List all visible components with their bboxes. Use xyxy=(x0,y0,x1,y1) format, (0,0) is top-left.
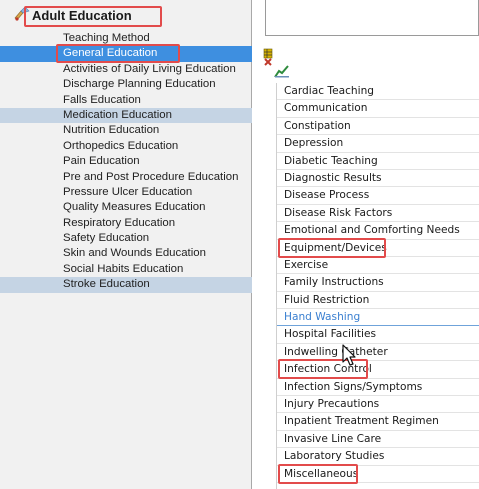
tree-item-label: Orthopedics Education xyxy=(63,139,179,152)
list-item[interactable]: Laboratory Studies xyxy=(277,448,479,466)
list-item-label: Hospital Facilities xyxy=(284,328,376,341)
tree-item[interactable]: Safety Education xyxy=(0,231,252,246)
tree-item-label: Pain Education xyxy=(63,155,140,168)
list-item-label: Hand Washing xyxy=(284,311,361,324)
list-item-label: Communication xyxy=(284,102,368,115)
tree-item[interactable]: Skin and Wounds Education xyxy=(0,246,252,261)
tree-item[interactable]: Pre and Post Procedure Education xyxy=(0,170,252,185)
tree-item-label: Pressure Ulcer Education xyxy=(63,185,193,198)
tree-item-label: Respiratory Education xyxy=(63,216,176,229)
tree-item[interactable]: General Education xyxy=(0,44,252,64)
detail-panel-box xyxy=(265,0,479,36)
tree-item[interactable]: Pressure Ulcer Education xyxy=(0,185,252,200)
list-item[interactable]: Depression xyxy=(277,135,479,153)
list-item-label: Disease Process xyxy=(284,189,370,202)
tree-item[interactable]: Medication Education xyxy=(0,107,252,124)
tree-item[interactable]: Respiratory Education xyxy=(0,216,252,231)
list-item-label: Depression xyxy=(284,137,344,150)
list-item-label: Infection Signs/Symptoms xyxy=(284,380,423,393)
tree-item-label: Discharge Planning Education xyxy=(63,78,216,91)
tree-item[interactable]: Social Habits Education xyxy=(0,262,252,277)
tree-item[interactable]: Orthopedics Education xyxy=(0,139,252,154)
list-item-label: Constipation xyxy=(284,119,351,132)
tree-item[interactable]: Activities of Daily Living Education xyxy=(0,62,252,77)
chart-tool-icon[interactable] xyxy=(274,64,290,78)
tree-items: Teaching Method General Education Activiti… xyxy=(0,31,252,293)
tree-item-label: Pre and Post Procedure Education xyxy=(63,170,239,183)
tree-item-label: Teaching Method xyxy=(63,32,150,44)
tree-item-label: Safety Education xyxy=(63,232,150,245)
list-item[interactable]: Diagnostic Results xyxy=(277,170,479,188)
highlight-box xyxy=(278,237,386,258)
tree-item[interactable]: Nutrition Education xyxy=(0,123,252,138)
topic-list: Cardiac Teaching Communication Constipatio… xyxy=(276,83,479,489)
list-item[interactable]: Family Instructions xyxy=(277,274,479,292)
list-item[interactable]: Infection Signs/Symptoms xyxy=(277,379,479,397)
list-item-label: Emotional and Comforting Needs xyxy=(284,224,460,237)
list-item[interactable]: Communication xyxy=(277,100,479,118)
list-item-label: Invasive Line Care xyxy=(284,432,382,445)
list-item[interactable]: Invasive Line Care xyxy=(277,431,479,449)
tree-item[interactable]: Discharge Planning Education xyxy=(0,77,252,92)
toolbar-icons xyxy=(262,48,302,84)
list-item-label: Inpatient Treatment Regimen xyxy=(284,415,439,428)
list-item[interactable]: Inpatient Treatment Regimen xyxy=(277,413,479,431)
list-item-label: Fluid Restriction xyxy=(284,293,370,306)
tree-item-label: Activities of Daily Living Education xyxy=(63,62,236,75)
tree-item-label: Stroke Education xyxy=(63,278,150,291)
list-item[interactable]: Disease Risk Factors xyxy=(277,205,479,223)
list-item-label: Family Instructions xyxy=(284,276,384,289)
list-item-label: Indwelling Catheter xyxy=(284,345,388,358)
list-item[interactable]: Fluid Restriction xyxy=(277,292,479,310)
highlight-box xyxy=(278,463,358,484)
tree-item[interactable]: Quality Measures Education xyxy=(0,200,252,215)
list-item[interactable]: Equipment/Devices xyxy=(277,237,479,258)
list-item[interactable]: Hospital Facilities xyxy=(277,326,479,344)
tree-item-label: Nutrition Education xyxy=(63,124,160,137)
tree-item-label: Skin and Wounds Education xyxy=(63,247,206,260)
list-item-label: Cardiac Teaching xyxy=(284,85,375,97)
highlight-box xyxy=(56,44,180,64)
tree-item-label: Medication Education xyxy=(63,108,172,121)
list-item-label: Diagnostic Results xyxy=(284,171,382,184)
list-item[interactable]: Diabetic Teaching xyxy=(277,153,479,170)
list-item[interactable]: Injury Precautions xyxy=(277,396,479,414)
list-item-label: Diabetic Teaching xyxy=(284,154,378,167)
category-tree: Adult Education Teaching Method General E… xyxy=(0,0,252,489)
tree-item[interactable]: Stroke Education xyxy=(0,277,252,293)
tree-item-label: Falls Education xyxy=(63,93,141,106)
tree-item-label: Quality Measures Education xyxy=(63,201,206,214)
tree-root-adult-education[interactable]: Adult Education xyxy=(0,4,252,28)
list-item-label: Laboratory Studies xyxy=(284,450,385,463)
mouse-pointer-icon xyxy=(342,344,360,370)
tree-item-label: Social Habits Education xyxy=(63,262,184,275)
tree-item[interactable]: Pain Education xyxy=(0,154,252,169)
list-item-label: Exercise xyxy=(284,258,329,271)
list-item-label: Disease Risk Factors xyxy=(284,206,393,219)
list-item[interactable]: Infection Control xyxy=(277,359,479,380)
list-item[interactable]: Cardiac Teaching xyxy=(277,83,479,101)
tree-item[interactable]: Falls Education xyxy=(0,93,252,108)
list-item[interactable]: Exercise xyxy=(277,257,479,275)
list-item-label: Injury Precautions xyxy=(284,398,380,411)
list-item[interactable]: Emotional and Comforting Needs xyxy=(277,222,479,240)
list-item[interactable]: Hand Washing xyxy=(277,309,479,327)
list-item[interactable]: Miscellaneous xyxy=(277,463,479,484)
list-item[interactable]: Disease Process xyxy=(277,187,479,205)
list-item[interactable]: Constipation xyxy=(277,118,479,136)
root-highlight-box xyxy=(24,6,162,27)
